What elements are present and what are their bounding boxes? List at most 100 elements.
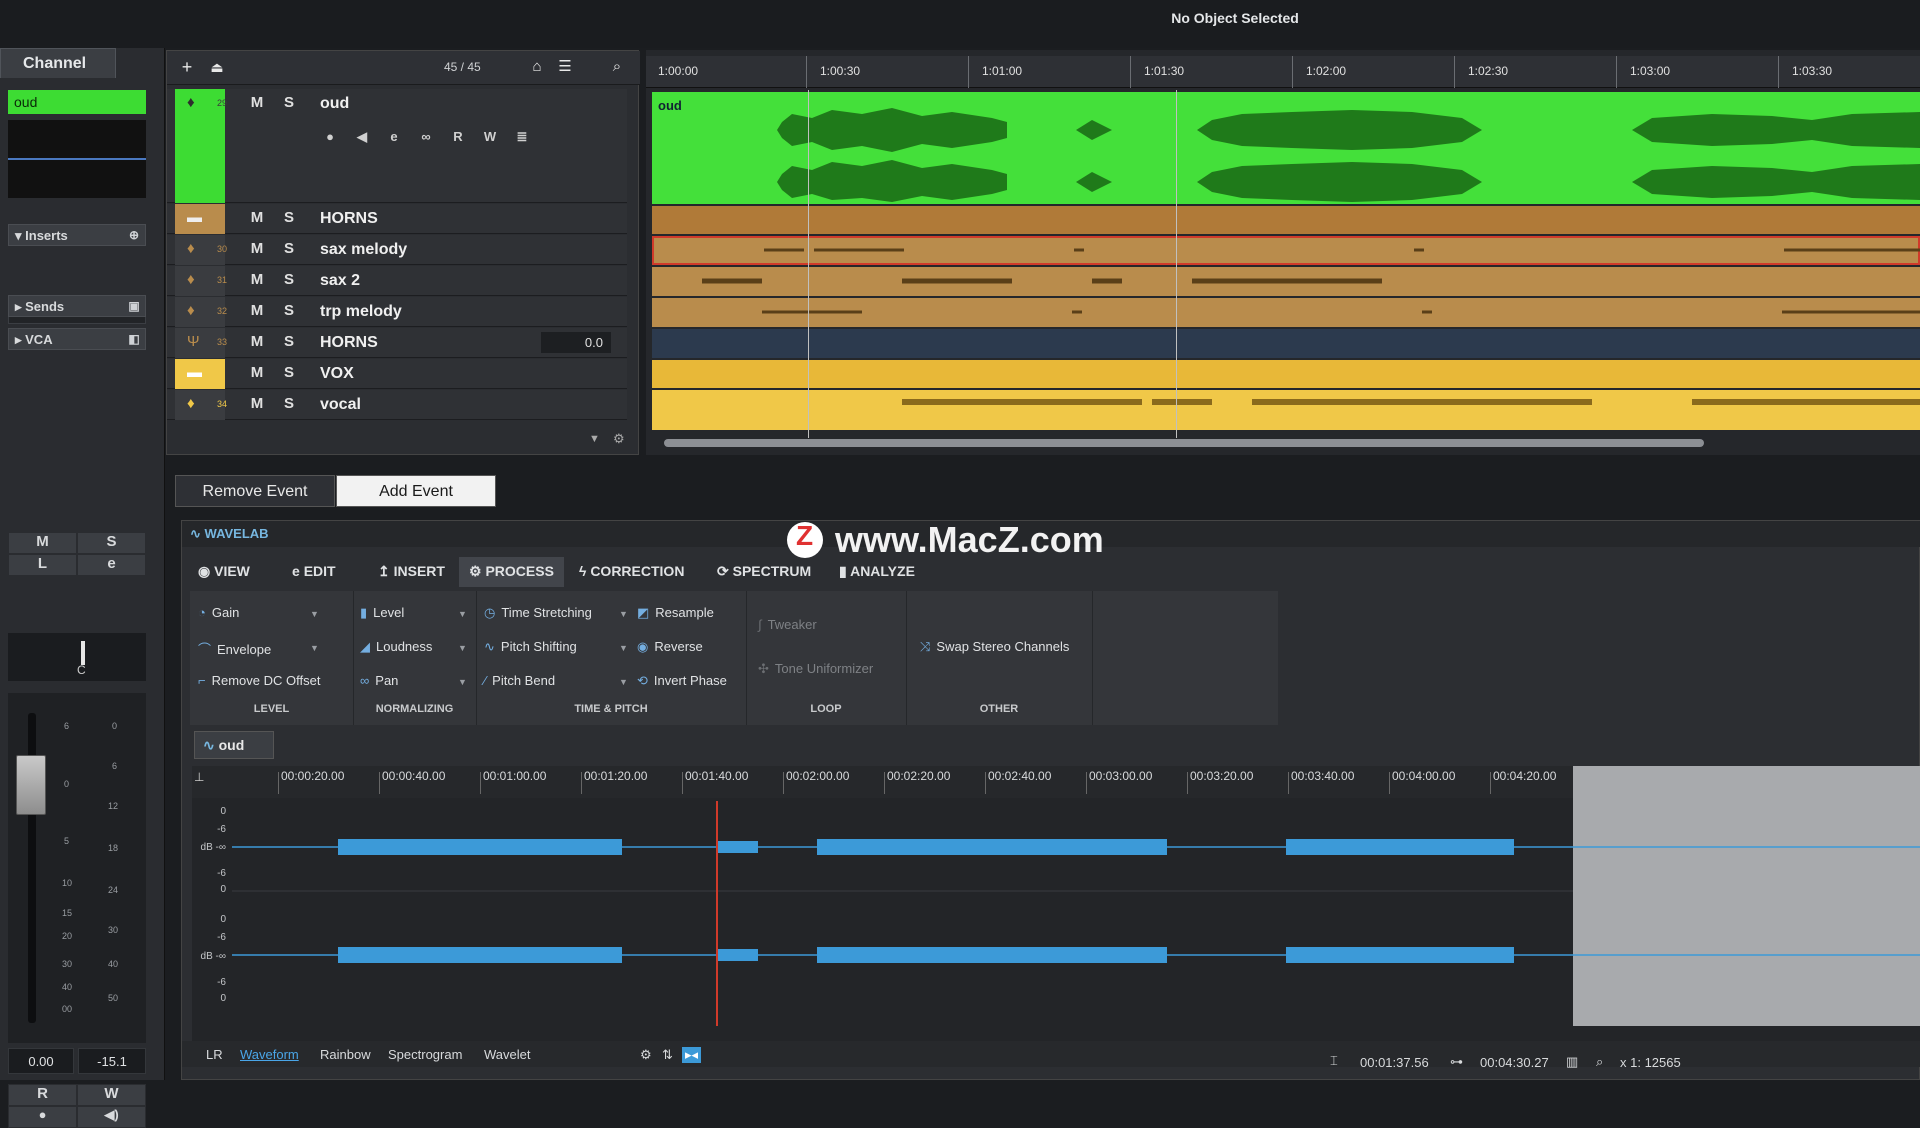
time-stretching-dropdown-icon[interactable]: ▼ <box>619 609 628 619</box>
channel-mute-button[interactable]: M <box>8 532 77 554</box>
track-name[interactable]: HORNS <box>320 210 378 228</box>
view-mode-waveform[interactable]: Waveform <box>240 1047 299 1062</box>
grid-icon[interactable]: ▥ <box>1566 1054 1578 1070</box>
track-name[interactable]: sax 2 <box>320 272 360 290</box>
channel-write-button[interactable]: W <box>77 1084 146 1106</box>
sync-icon[interactable]: ⇅ <box>662 1047 673 1063</box>
ruler-tool-icon[interactable]: ⊥ <box>194 770 204 784</box>
tab-analyze[interactable]: ▮ ANALYZE <box>829 557 925 587</box>
settings-icon[interactable]: ⚙ <box>613 431 625 447</box>
track-row[interactable]: ▬ M S HORNS <box>167 204 627 234</box>
track-list-menu-icon[interactable]: ☰ <box>553 57 577 79</box>
horns-folder-lane[interactable] <box>652 206 1920 234</box>
add-folder-icon[interactable]: ⏏ <box>205 57 229 79</box>
track-name[interactable]: sax melody <box>320 241 407 259</box>
track-volume[interactable]: 0.0 <box>541 332 611 353</box>
remove-event-button[interactable]: Remove Event <box>175 475 335 507</box>
channel-listen-button[interactable]: L <box>8 554 77 576</box>
pan-button[interactable]: ∞ Pan <box>360 673 398 688</box>
envelope-button[interactable]: ⌒ Envelope <box>198 639 271 658</box>
pan-control[interactable]: C <box>8 633 146 681</box>
solo-button[interactable]: S <box>277 364 301 384</box>
track-visibility-icon[interactable]: ⌂ <box>525 57 549 79</box>
mute-button[interactable]: M <box>245 364 269 384</box>
edit-channel-icon[interactable]: e <box>383 129 405 147</box>
pitch-bend-dropdown-icon[interactable]: ▼ <box>619 677 628 687</box>
pan-dropdown-icon[interactable]: ▼ <box>458 677 467 687</box>
track-name[interactable]: VOX <box>320 365 354 383</box>
timeline-ruler[interactable]: 1:00:00 1:00:30 1:01:00 1:01:30 1:02:00 … <box>646 56 1920 88</box>
link-icon[interactable]: ∞ <box>415 129 437 147</box>
channel-record-button[interactable]: ● <box>8 1106 77 1128</box>
channel-edit-button[interactable]: e <box>77 554 146 576</box>
gain-dropdown-icon[interactable]: ▼ <box>310 609 319 619</box>
horizontal-scrollbar[interactable] <box>664 439 1704 447</box>
track-name[interactable]: oud <box>320 95 349 113</box>
track-row[interactable]: ♦ 34 M S vocal <box>167 390 627 420</box>
track-row[interactable]: Ψ 33 M S HORNS 0.0 <box>167 328 627 358</box>
mute-button[interactable]: M <box>245 302 269 322</box>
gain-button[interactable]: ◔ Gain <box>198 605 239 620</box>
add-event-button[interactable]: Add Event <box>336 475 496 507</box>
solo-button[interactable]: S <box>277 333 301 353</box>
solo-button[interactable]: S <box>277 209 301 229</box>
sends-bypass-icon[interactable]: ▣ <box>127 299 141 313</box>
inserts-section[interactable]: ▾ Inserts ⊕ <box>8 224 146 246</box>
normalize-level-button[interactable]: ▮ Level <box>360 605 404 621</box>
track-name[interactable]: vocal <box>320 396 361 414</box>
mute-button[interactable]: M <box>245 333 269 353</box>
track-row[interactable]: ▬ M S VOX <box>167 359 627 389</box>
level-dropdown-icon[interactable]: ▼ <box>458 609 467 619</box>
write-automation-button[interactable]: W <box>479 129 501 147</box>
volume-fader[interactable] <box>16 755 46 815</box>
channel-name[interactable]: oud <box>8 90 146 114</box>
track-name[interactable]: HORNS <box>320 334 378 352</box>
view-mode-rainbow[interactable]: Rainbow <box>320 1047 371 1062</box>
monitor-icon[interactable]: ◀ <box>351 129 373 147</box>
horns-group-lane[interactable] <box>652 329 1920 358</box>
mute-button[interactable]: M <box>245 271 269 291</box>
time-stretching-button[interactable]: ◷ Time Stretching <box>484 605 592 621</box>
mute-button[interactable]: M <box>245 209 269 229</box>
channel-solo-button[interactable]: S <box>77 532 146 554</box>
file-length[interactable]: 00:04:30.27 <box>1480 1055 1549 1070</box>
remove-dc-offset-button[interactable]: ⌐ Remove DC Offset <box>198 673 320 688</box>
tab-insert[interactable]: ↥ INSERT <box>368 557 455 587</box>
vox-folder-lane[interactable] <box>652 360 1920 388</box>
sends-section[interactable]: ▸ Sends ▣ <box>8 295 146 317</box>
mute-button[interactable]: M <box>245 94 269 114</box>
settings-icon[interactable]: ⚙ <box>640 1047 652 1063</box>
tab-view[interactable]: ◉ VIEW <box>188 557 260 587</box>
vca-section[interactable]: ▸ VCA ◧ <box>8 328 146 350</box>
invert-phase-button[interactable]: ⟲ Invert Phase <box>637 673 727 689</box>
fader-value[interactable]: 0.00 <box>8 1048 74 1074</box>
add-track-icon[interactable]: + <box>175 57 199 79</box>
trp-melody-event[interactable] <box>652 298 1920 327</box>
arrange-window[interactable]: 1:00:00 1:00:30 1:01:00 1:01:30 1:02:00 … <box>646 50 1920 455</box>
mute-button[interactable]: M <box>245 240 269 260</box>
channel-select[interactable]: LR <box>206 1047 223 1062</box>
oud-event[interactable]: oud <box>652 92 1920 204</box>
track-row[interactable]: ♦ 31 M S sax 2 <box>167 266 627 296</box>
channel-tab[interactable]: Channel <box>0 48 116 78</box>
swap-stereo-channels-button[interactable]: ⤨ Swap Stereo Channels <box>920 639 1069 655</box>
view-mode-wavelet[interactable]: Wavelet <box>484 1047 530 1062</box>
track-row[interactable]: ♦ 32 M S trp melody <box>167 297 627 327</box>
scroll-down-icon[interactable]: ▼ <box>589 433 600 445</box>
track-name[interactable]: trp melody <box>320 303 402 321</box>
tab-process[interactable]: ⚙ PROCESS <box>459 557 564 587</box>
tab-edit[interactable]: e EDIT <box>282 557 346 587</box>
zoom-level[interactable]: x 1: 12565 <box>1620 1055 1681 1070</box>
channel-monitor-button[interactable]: ◀) <box>77 1106 146 1128</box>
read-automation-button[interactable]: R <box>447 129 469 147</box>
pitch-shifting-dropdown-icon[interactable]: ▼ <box>619 643 628 653</box>
view-mode-spectrogram[interactable]: Spectrogram <box>388 1047 462 1062</box>
envelope-dropdown-icon[interactable]: ▼ <box>310 643 319 653</box>
file-tab[interactable]: ∿ oud <box>194 731 274 759</box>
tone-uniformizer-button[interactable]: ✣ Tone Uniformizer <box>758 661 873 677</box>
search-icon[interactable]: ⌕ <box>605 57 629 79</box>
vocal-event[interactable] <box>652 390 1920 430</box>
cursor-time[interactable]: 00:01:37.56 <box>1360 1055 1429 1070</box>
vca-icon[interactable]: ◧ <box>127 332 141 346</box>
solo-button[interactable]: S <box>277 271 301 291</box>
